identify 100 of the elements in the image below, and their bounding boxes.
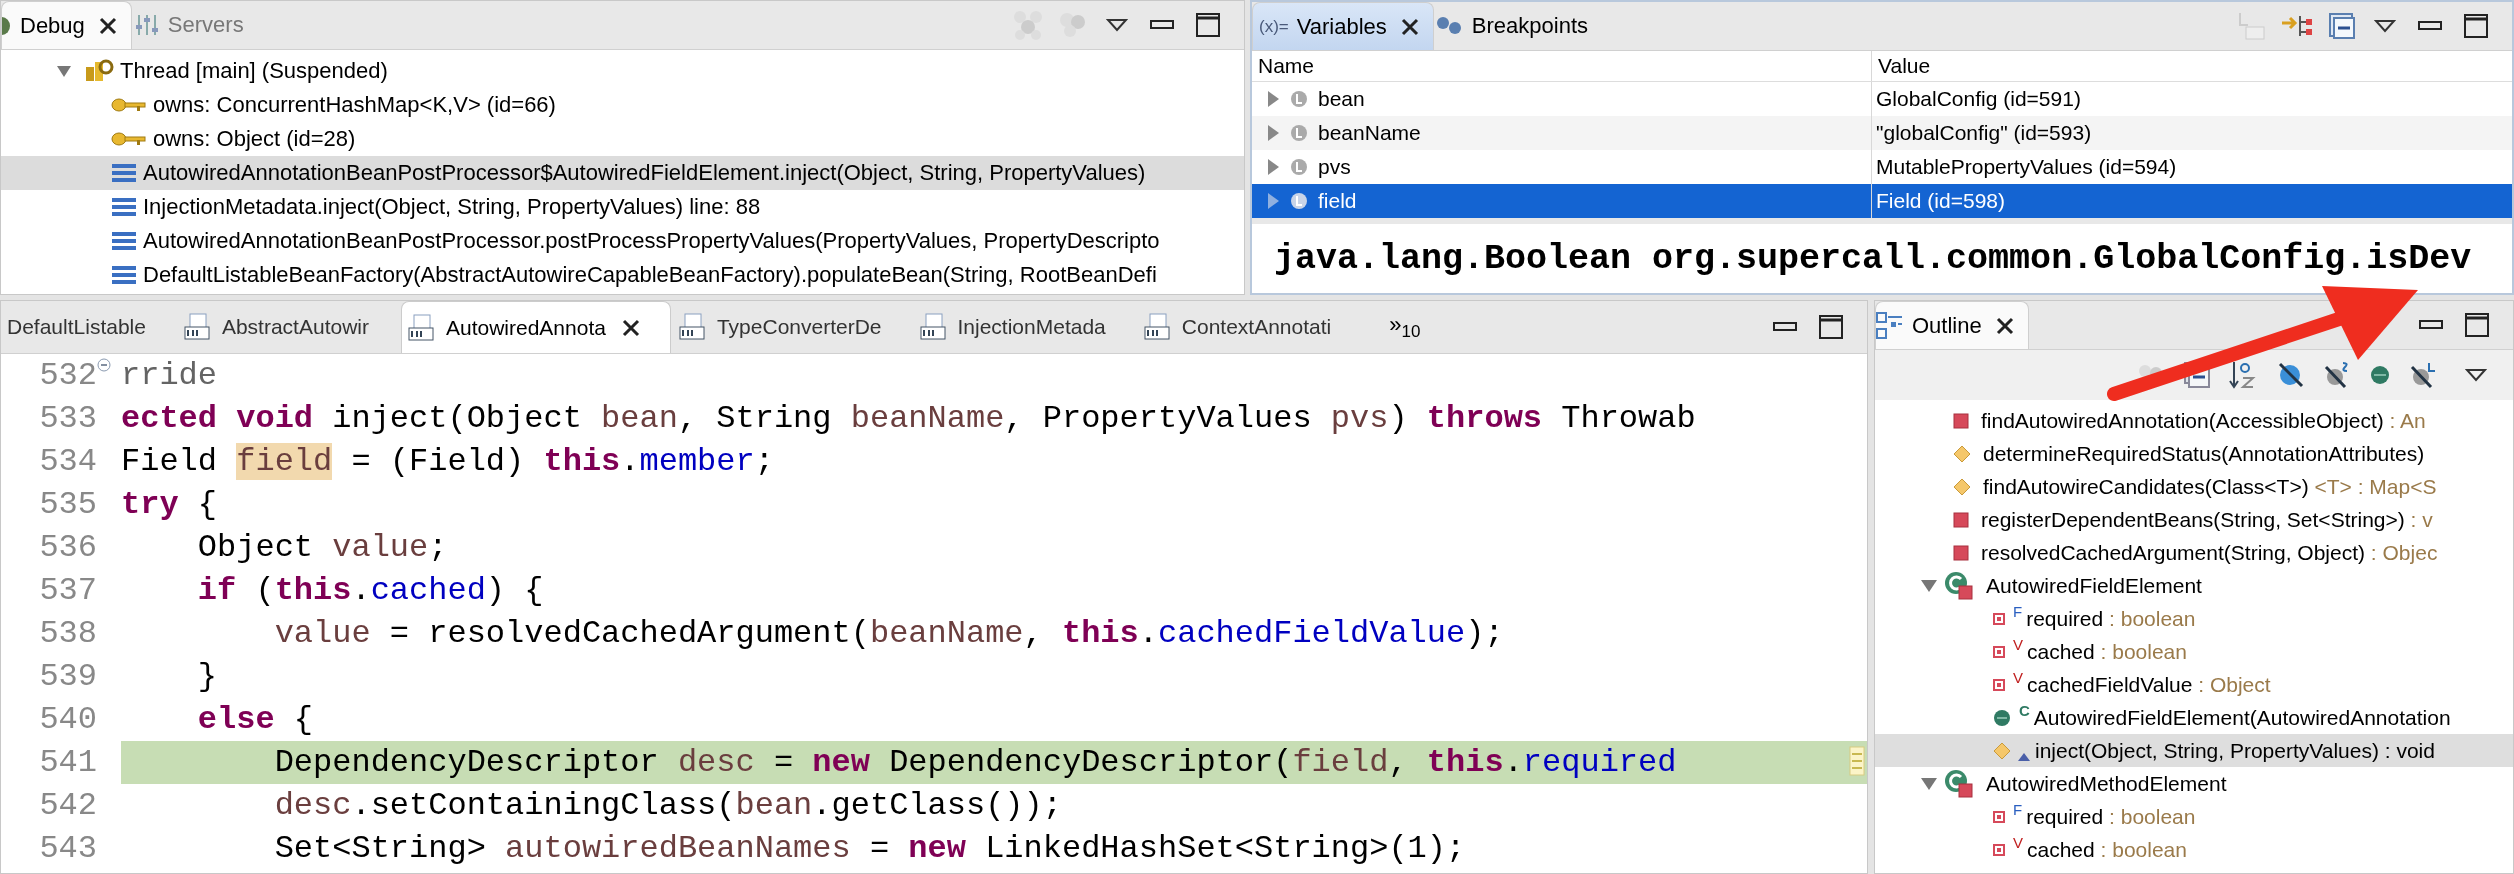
outline-type: <T> : Map<S [2313,474,2437,499]
expand-arrow-icon[interactable] [1266,192,1280,210]
maximize-icon[interactable] [2464,14,2488,38]
outline-item[interactable]: AutowiredMethodElement [1875,767,2513,800]
line-number: 533 [38,400,97,437]
outline-item[interactable]: findAutowireCandidates(Class<T>) <T> : Map<S [1875,470,2513,503]
code-text: Set<String> autowiredBeanNames = new LinkedHashSet<String>(1); [273,830,1466,867]
maximize-icon[interactable] [1819,315,1843,339]
outline-item[interactable]: resolvedCachedArgument(String, Object) : Objec [1875,536,2513,569]
close-icon[interactable] [1995,316,2014,335]
debug-tree-label: owns: Object (id=28) [153,126,356,152]
debug-tree-item[interactable]: AutowiredAnnotationBeanPostProcessor$AutowiredFieldElement.inject(Object, String, PropertyValues) [1,156,1244,190]
fold-icon[interactable] [97,358,111,372]
diamond-icon [1953,444,1971,463]
line-number: 539 [38,658,97,695]
expand-arrow-icon[interactable] [1920,775,1938,792]
code-text: if (this.cached) { [196,572,544,609]
column-header[interactable]: Name [1252,51,1872,81]
outline-item[interactable]: determineRequiredStatus(AnnotationAttributes) [1875,437,2513,470]
close-icon[interactable] [621,318,640,337]
outline-label: cachedFieldValue [2027,672,2193,697]
outline-item[interactable]: findAutowiredAnnotation(AccessibleObject) : An [1875,404,2513,437]
view-tab[interactable]: (x)= Variables [1252,2,1434,50]
diamond-icon [1953,477,1971,496]
sliders-icon [133,13,160,37]
debug-tree-item[interactable]: owns: ConcurrentHashMap<K,V> (id=66) [1,88,1244,122]
decoration-letter: V [2013,834,2023,851]
maximize-icon[interactable] [1196,13,1220,37]
outline-label: resolvedCachedArgument(String, Object) [1981,540,2365,565]
column-header[interactable]: Value [1872,51,2512,81]
square-icon [1953,412,1969,429]
view-menu-icon[interactable] [2374,19,2396,33]
variable-row[interactable]: beanName "globalConfig" (id=593) [1252,116,2512,150]
debug-tree-item[interactable]: AutowiredAnnotationBeanPostProcessor.postProcessPropertyValues(PropertyValues, PropertyDescripto [1,224,1244,258]
hide-static-icon[interactable] [2323,361,2351,389]
expand-arrow-icon[interactable] [1266,124,1280,142]
view-tab[interactable]: Outline [1875,301,2029,349]
detail-text: java.lang.Boolean org.supercall.common.GlobalConfig.isDev [1274,238,2472,279]
variable-name: field [1318,189,1357,213]
code-text: desc.setContainingClass(bean.getClass()); [273,787,1062,824]
code-text: value = resolvedCachedArgument(beanName, this.cachedFieldValue); [273,615,1504,652]
minimize-icon[interactable] [1150,20,1174,30]
minimize-icon[interactable] [2418,21,2442,31]
more-tabs-button[interactable]: »$_{10}$ [1383,310,1427,344]
variable-name: beanName [1318,121,1421,145]
view-menu-icon[interactable] [1106,18,1128,32]
minimize-icon[interactable] [1773,322,1797,332]
outline-label: inject(Object, String, PropertyValues) [2035,738,2379,763]
variable-name: pvs [1318,155,1351,179]
debug-tree-item[interactable]: Thread [main] (Suspended) [1,54,1244,88]
class-icon [1944,768,1974,799]
line-number: 534 [38,443,97,480]
minimize-icon[interactable] [2419,320,2443,330]
close-icon[interactable] [1400,17,1419,36]
outline-type: : boolean [2108,606,2196,631]
outline-item[interactable]: inject(Object, String, PropertyValues) : void [1875,734,2513,767]
editor-tab[interactable]: AutowiredAnnota [401,301,671,353]
variable-value: MutablePropertyValues (id=594) [1876,155,2177,179]
local-variable-icon [1290,124,1308,142]
thread-icon [84,59,114,83]
key-icon [111,96,147,114]
debug-tree-item[interactable]: DefaultListableBeanFactory(AbstractAutowireCapableBeanFactory).populateBean(String, RootBeanDefi [1,258,1244,292]
expand-arrow-icon[interactable] [1266,90,1280,108]
debug-tree-item[interactable]: InjectionMetadata.inject(Object, String, PropertyValues) line: 88 [1,190,1244,224]
variable-row[interactable]: field Field (id=598) [1252,184,2512,218]
outline-item[interactable]: AutowiredFieldElement [1875,569,2513,602]
line-number: 538 [38,615,97,652]
stack-frame-icon [111,265,137,285]
expand-arrow-icon[interactable] [1266,158,1280,176]
code-text: ected void inject(Object bean, String beanName, PropertyValues pvs) throws Throwab [121,400,1696,437]
line-number: 543 [38,830,97,867]
stack-frame-icon [111,231,137,251]
outline-label: AutowiredFieldElement [1986,573,2202,598]
line-number: 542 [38,787,97,824]
small-square-icon [1993,843,2005,856]
debug-tree-label: AutowiredAnnotationBeanPostProcessor.postProcessPropertyValues(PropertyValues, PropertyDescripto [143,228,1160,254]
close-icon[interactable] [98,16,117,35]
view-tab[interactable]: Debug [1,1,132,49]
hide-local-types-icon[interactable] [2409,361,2437,389]
hide-fields-icon[interactable] [2277,361,2305,389]
maximize-icon[interactable] [2465,313,2489,337]
expand-arrow-icon[interactable] [56,63,72,79]
outline-type: : boolean [2099,837,2187,862]
outline-label: findAutowiredAnnotation(AccessibleObject) [1981,408,2384,433]
outline-type: : void [2383,738,2435,763]
square-icon [1953,544,1969,561]
small-square-icon [1993,645,2005,658]
collapse-all-icon[interactable] [2183,361,2211,389]
outline-type: : Object [2197,672,2271,697]
collapse-all-icon[interactable] [2328,12,2356,40]
debug-tree-label: DefaultListableBeanFactory(AbstractAutowireCapableBeanFactory).populateBean(String, RootBeanDefi [143,262,1157,288]
outline-label: required [2026,804,2104,829]
decoration-letter: C [2019,702,2030,719]
debug-tree-item[interactable]: owns: Object (id=28) [1,122,1244,156]
line-number: 540 [38,701,97,738]
expand-arrow-icon[interactable] [1920,577,1938,594]
outline-item[interactable]: registerDependentBeans(String, Set<String>) : v [1875,503,2513,536]
code-text: try { [121,486,217,523]
circle-icon[interactable] [2369,364,2391,386]
view-menu-icon[interactable] [2465,368,2487,382]
